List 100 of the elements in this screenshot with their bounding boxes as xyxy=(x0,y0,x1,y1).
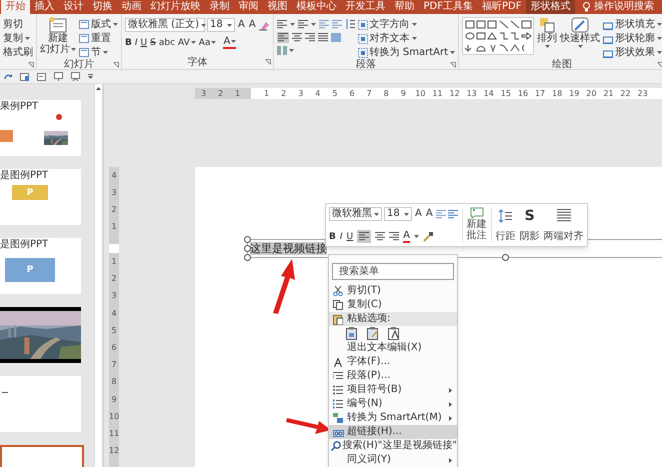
ribbon-tab[interactable]: 开始 xyxy=(1,0,30,14)
text-style-button[interactable]: I xyxy=(134,36,138,48)
clipboard-button[interactable]: 复制 xyxy=(3,32,33,45)
text-style-button[interactable]: S xyxy=(150,36,156,48)
slide-icon xyxy=(49,17,67,33)
grow-font-button[interactable]: A xyxy=(237,19,246,31)
ribbon-tab[interactable]: 模板中心 xyxy=(292,0,341,14)
caret-icon xyxy=(290,22,295,26)
font-name-field[interactable]: 微软雅黑 xyxy=(329,207,382,221)
font-name-field[interactable]: 微软雅黑 (正文) xyxy=(125,18,205,32)
ribbon-tab[interactable]: 帮助 xyxy=(390,0,419,14)
paragraph-option-button[interactable]: 对齐文本 xyxy=(358,32,455,45)
presentation-icon[interactable] xyxy=(54,72,63,81)
slide-thumbnail[interactable]: 是图例PPT P xyxy=(0,238,81,294)
ruler-number: 2 xyxy=(216,88,224,99)
quick-styles-button[interactable]: 快速样式 xyxy=(560,17,600,59)
clipboard-button[interactable]: 格式刷 xyxy=(3,46,33,59)
text-style-button[interactable]: AV xyxy=(178,36,196,48)
menu-item[interactable]: 复制(C) xyxy=(329,298,457,312)
font-size-field[interactable]: 18 xyxy=(207,18,235,32)
ribbon-tab[interactable]: 福昕PDF xyxy=(477,0,526,14)
text-style-button[interactable]: abc xyxy=(158,36,176,48)
menu-item[interactable]: 编号(N) xyxy=(329,397,457,411)
caret-icon xyxy=(450,51,455,54)
paste-option-icon[interactable] xyxy=(367,327,379,340)
slide-icon[interactable] xyxy=(20,72,29,80)
dialog-launcher-icon xyxy=(657,62,662,68)
ribbon-tab[interactable]: 形状格式 xyxy=(526,0,575,14)
scrollbar[interactable] xyxy=(94,84,103,467)
paragraph-option-button[interactable]: 文字方向 xyxy=(358,18,455,31)
smartart-icon xyxy=(333,413,343,423)
ribbon-tab[interactable]: 设计 xyxy=(59,0,88,14)
menu-item[interactable]: 段落(P)... xyxy=(329,369,457,383)
menu-item[interactable]: 超链接(H)... xyxy=(329,425,457,439)
text-style-button[interactable]: U xyxy=(140,36,148,48)
slide-thumbnail[interactable]: 是图例PPT P xyxy=(0,169,81,225)
slide-option-button[interactable]: 重置 xyxy=(79,32,118,45)
menu-item[interactable]: 项目符号(B) xyxy=(329,383,457,397)
scroll-up-icon[interactable] xyxy=(96,87,101,90)
caret-icon xyxy=(310,22,316,26)
shape-format-button[interactable]: 形状轮廓 xyxy=(603,32,662,45)
slide-option-button[interactable]: 节 xyxy=(79,46,118,59)
customize-icon[interactable] xyxy=(88,74,93,79)
search-icon xyxy=(330,441,341,451)
tell-me-search[interactable]: 操作说明搜索 xyxy=(594,0,654,14)
slide-thumbnail[interactable]: 果例PPT xyxy=(0,100,81,156)
redo-icon[interactable] xyxy=(4,72,12,80)
ribbon-tab[interactable]: 录制 xyxy=(205,0,234,14)
ruler-number: 9 xyxy=(400,88,407,99)
text-style-button[interactable]: Aa xyxy=(198,36,216,48)
ribbon-tab[interactable]: 插入 xyxy=(30,0,59,14)
align-left-icon xyxy=(278,33,288,42)
paste-option-icon[interactable] xyxy=(388,327,400,340)
ribbon-tab[interactable]: 视图 xyxy=(263,0,292,14)
menu-search-field[interactable]: 搜索菜单 xyxy=(332,263,454,280)
menu-item[interactable]: 同义词(Y) xyxy=(329,453,457,467)
ribbon-tab[interactable]: 开发工具 xyxy=(341,0,390,14)
ribbon-tab[interactable]: 切换 xyxy=(88,0,117,14)
new-slide-button[interactable]: 新建 幻灯片 xyxy=(40,17,76,59)
ribbon-tab[interactable]: 动画 xyxy=(117,0,146,14)
resize-handle[interactable] xyxy=(502,254,509,261)
arrange-button[interactable]: 排列 xyxy=(537,17,557,59)
textbox-text: 这里是视频链接 xyxy=(250,242,327,255)
ribbon-tab[interactable]: PDF工具集 xyxy=(419,0,478,14)
slide-option-button[interactable]: 版式 xyxy=(79,18,118,31)
font-color-button[interactable]: A xyxy=(223,36,236,49)
link-icon xyxy=(332,427,344,437)
font-color-button[interactable]: A xyxy=(403,230,410,243)
shrink-font-button[interactable]: A xyxy=(248,19,257,31)
clear-format-icon[interactable] xyxy=(258,20,270,30)
shape-format-button[interactable]: 形状效果 xyxy=(603,46,662,59)
group-label: 字体 xyxy=(187,56,208,68)
menu-item[interactable]: 转换为 SmartArt(M) xyxy=(329,411,457,425)
format-painter-icon[interactable] xyxy=(422,232,433,242)
menu-item[interactable]: 剪切(T) xyxy=(329,284,457,298)
grow-font-button[interactable]: A xyxy=(414,208,423,220)
ruler-number: 8 xyxy=(110,376,118,388)
menu-section-header: 粘贴选项: xyxy=(347,313,390,325)
slide-thumbnail[interactable] xyxy=(0,376,81,432)
menu-item[interactable]: 搜索(H)"这里是视频链接" xyxy=(329,439,457,453)
ribbon-tab[interactable]: 幻灯片放映 xyxy=(146,0,205,14)
slide-icon[interactable] xyxy=(37,72,46,80)
ribbon-tab[interactable]: 审阅 xyxy=(234,0,263,14)
indent-icon xyxy=(318,20,329,28)
shrink-font-button[interactable]: A xyxy=(424,208,434,220)
shape-format-button[interactable]: 形状填充 xyxy=(603,18,662,31)
presentation-icon[interactable] xyxy=(71,72,80,81)
font-size-field[interactable]: 18 xyxy=(384,207,412,221)
align-center-icon xyxy=(292,33,302,42)
caret-icon xyxy=(544,45,550,48)
paragraph-option-button[interactable]: 转换为 SmartArt xyxy=(358,46,455,59)
ruler-number: 18 xyxy=(551,88,564,99)
menu-item[interactable]: 字体(F)... xyxy=(329,355,457,369)
caret-icon xyxy=(374,212,379,216)
menu-item[interactable]: 退出文本编辑(X) xyxy=(329,341,457,355)
paste-option-icon[interactable] xyxy=(346,327,358,340)
shapes-gallery[interactable] xyxy=(462,17,534,55)
align-left-icon xyxy=(359,232,370,241)
clipboard-button[interactable]: 剪切 xyxy=(3,18,33,31)
text-style-button[interactable]: B xyxy=(125,36,132,48)
